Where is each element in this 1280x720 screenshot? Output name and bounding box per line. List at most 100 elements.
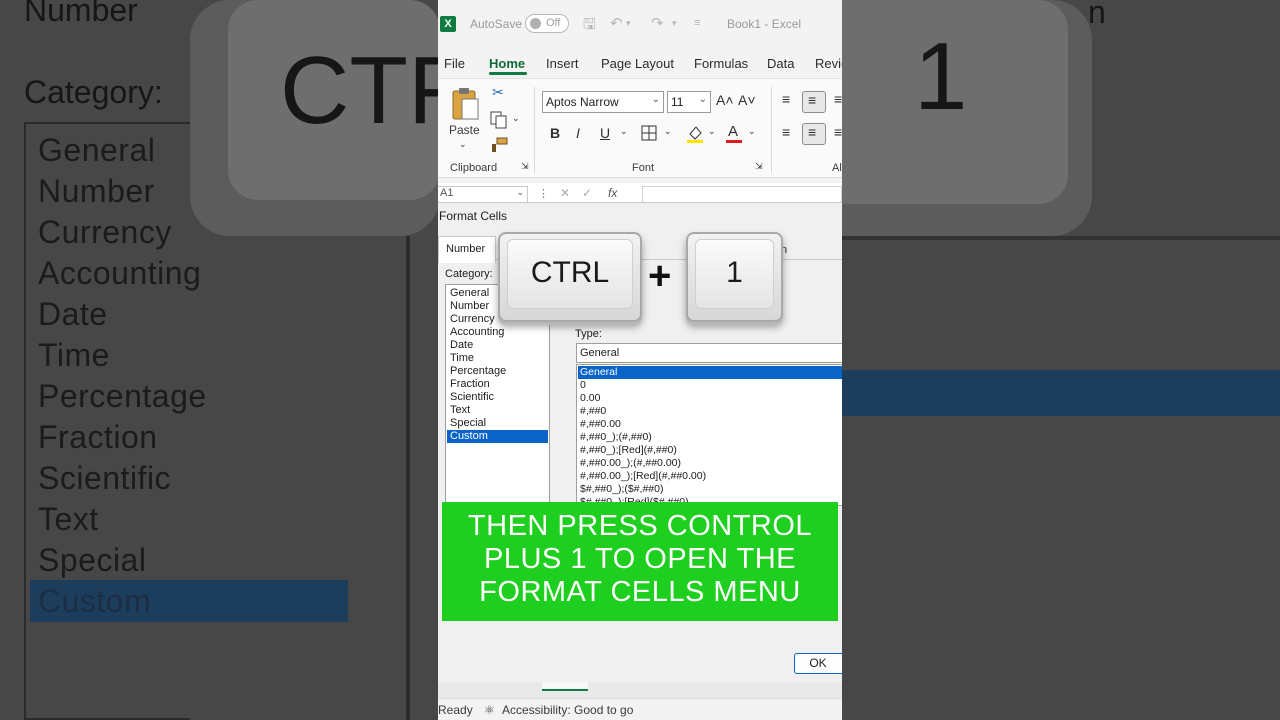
type-item[interactable]: #,##0: [580, 405, 606, 417]
redo-dropdown-icon[interactable]: ▾: [672, 18, 677, 29]
one-key: 1: [686, 232, 783, 322]
paste-label[interactable]: Paste: [449, 123, 480, 137]
top-align-icon[interactable]: ≡: [782, 91, 790, 107]
undo-dropdown-icon[interactable]: ▾: [626, 18, 631, 29]
redo-icon[interactable]: ↷: [651, 14, 664, 32]
align-left-icon[interactable]: ≡: [782, 124, 790, 140]
category-item[interactable]: Text: [450, 404, 470, 416]
type-item[interactable]: #,##0.00_);[Red](#,##0.00): [580, 470, 706, 482]
type-item[interactable]: #,##0_);[Red](#,##0): [580, 444, 677, 456]
clipboard-group-label: Clipboard: [450, 162, 498, 174]
bg-category-item: Scientific: [38, 460, 172, 496]
format-painter-icon[interactable]: [490, 137, 508, 153]
type-item[interactable]: 0: [580, 379, 586, 391]
category-item[interactable]: Time: [450, 352, 474, 364]
zoomed-background-left: CTF Number Category: General Number Curren…: [0, 0, 438, 720]
type-item[interactable]: $#,##0_);($#,##0): [580, 483, 663, 495]
paste-icon[interactable]: [450, 87, 480, 121]
bg-category-label: Category:: [24, 74, 163, 110]
cancel-icon[interactable]: ✕: [560, 186, 570, 200]
align-right-icon[interactable]: ≡: [834, 124, 842, 140]
bold-button[interactable]: B: [550, 125, 560, 141]
font-group-label: Font: [632, 162, 655, 174]
zoomed-background-right: 1 n: [842, 0, 1280, 720]
chevron-down-icon: ⌄: [651, 94, 660, 105]
ctrl-key: CTRL: [498, 232, 642, 322]
type-item[interactable]: #,##0.00_);(#,##0.00): [580, 457, 681, 469]
bg-category-item: Time: [38, 337, 110, 373]
tab-review[interactable]: Revie: [815, 56, 842, 71]
category-item[interactable]: Custom: [447, 430, 548, 443]
alignment-group-label: Al: [832, 162, 842, 174]
enter-icon[interactable]: ✓: [582, 186, 592, 200]
category-item[interactable]: Special: [450, 417, 486, 429]
tab-formulas[interactable]: Formulas: [694, 56, 748, 71]
underline-button[interactable]: U: [600, 125, 610, 141]
bg-one-label: 1: [914, 23, 968, 130]
category-item[interactable]: General: [450, 287, 489, 299]
autosave-state: Off: [546, 17, 561, 29]
bg-key-label: CTF: [280, 37, 438, 144]
tab-insert[interactable]: Insert: [546, 56, 579, 71]
cut-icon[interactable]: ✂: [492, 84, 504, 101]
fill-dropdown-icon[interactable]: ⌄: [708, 126, 716, 137]
more-icon: ⋮: [538, 188, 549, 200]
tab-data[interactable]: Data: [767, 56, 794, 71]
type-list[interactable]: General 0 0.00 #,##0 #,##0.00 #,##0_);(#,##0)…: [576, 364, 842, 506]
insert-function-icon[interactable]: fx: [608, 186, 617, 200]
type-input[interactable]: General: [576, 343, 842, 363]
copy-icon[interactable]: [490, 111, 508, 129]
clipboard-launcher-icon[interactable]: ⇲: [521, 161, 529, 172]
copy-dropdown-icon[interactable]: ⌄: [512, 113, 520, 124]
category-item[interactable]: Currency: [450, 313, 495, 325]
category-item[interactable]: Number: [450, 300, 489, 312]
type-item[interactable]: 0.00: [580, 392, 600, 404]
bg-category-item: Currency: [38, 214, 172, 250]
tab-home[interactable]: Home: [489, 56, 525, 71]
autosave-label: AutoSave: [470, 17, 523, 31]
fill-color-icon[interactable]: [686, 124, 704, 144]
title-bar: X AutoSave Off 🖫 ↶ ▾ ↷ ▾ ≡ Book1 - Excel: [438, 0, 842, 48]
type-item[interactable]: #,##0.00: [580, 418, 621, 430]
accessibility-icon[interactable]: ⚛: [484, 703, 495, 717]
middle-align-icon: ≡: [808, 92, 817, 108]
grow-font-icon[interactable]: A˄: [716, 92, 734, 108]
font-name-select[interactable]: Aptos Narrow ⌄: [542, 91, 664, 113]
category-item[interactable]: Date: [450, 339, 473, 351]
caption-banner: THEN PRESS CONTROL PLUS 1 TO OPEN THE FO…: [442, 502, 838, 621]
italic-button[interactable]: I: [576, 125, 580, 141]
category-item[interactable]: Percentage: [450, 365, 506, 377]
toggle-knob: [530, 18, 541, 29]
undo-icon[interactable]: ↶: [610, 14, 623, 32]
bg-category-item: Percentage: [38, 378, 207, 414]
tab-page-layout[interactable]: Page Layout: [601, 56, 674, 71]
save-icon[interactable]: 🖫: [583, 14, 596, 39]
shrink-font-icon[interactable]: A˅: [738, 92, 756, 108]
category-item[interactable]: Scientific: [450, 391, 494, 403]
category-item[interactable]: Accounting: [450, 326, 504, 338]
bg-divider: [406, 236, 410, 720]
sheet-tab[interactable]: [542, 682, 588, 691]
paste-dropdown-icon[interactable]: ⌄: [459, 139, 467, 150]
font-color-dropdown-icon[interactable]: ⌄: [748, 126, 756, 137]
video-frame: CTF Number Category: General Number Curren…: [0, 0, 1280, 720]
accessibility-status[interactable]: Accessibility: Good to go: [502, 703, 633, 717]
font-color-button[interactable]: A: [728, 123, 738, 140]
ribbon: Paste ⌄ ✂ ⌄ Clipboard ⇲ Aptos Narrow ⌄ 1…: [438, 78, 842, 178]
font-launcher-icon[interactable]: ⇲: [755, 161, 763, 172]
font-name-value: Aptos Narrow: [546, 95, 619, 109]
name-box-value: A1: [440, 187, 454, 199]
ok-button[interactable]: OK: [794, 653, 842, 674]
border-dropdown-icon[interactable]: ⌄: [664, 126, 672, 137]
autosave-toggle[interactable]: Off: [525, 14, 569, 33]
underline-dropdown-icon[interactable]: ⌄: [620, 126, 628, 137]
customize-toolbar-icon[interactable]: ≡: [694, 17, 700, 29]
type-item[interactable]: General: [578, 366, 842, 379]
font-size-select[interactable]: 11 ⌄: [667, 91, 711, 113]
type-item[interactable]: #,##0_);(#,##0): [580, 431, 652, 443]
border-icon[interactable]: [641, 125, 657, 141]
bottom-align-icon[interactable]: ≡: [834, 91, 842, 107]
category-item[interactable]: Fraction: [450, 378, 490, 390]
tab-file[interactable]: File: [444, 56, 465, 71]
active-tab-indicator: [489, 72, 527, 75]
